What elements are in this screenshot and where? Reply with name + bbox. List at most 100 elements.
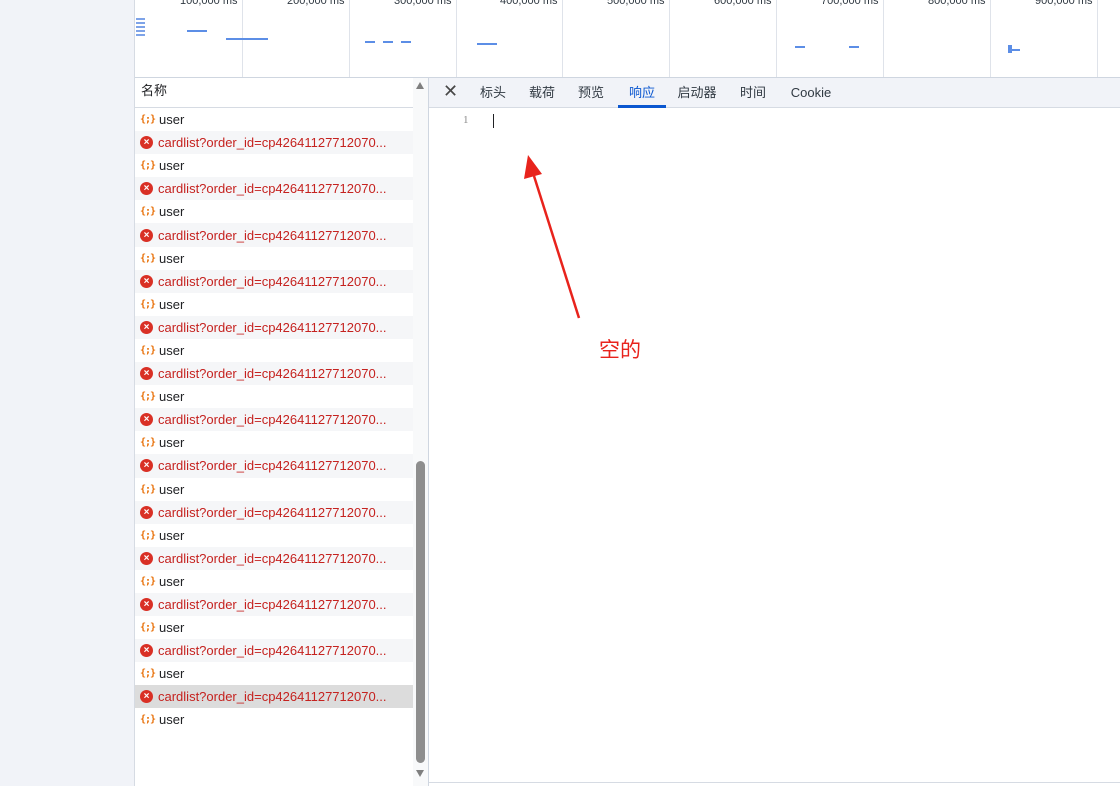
request-row[interactable]: × cardlist?order_id=cp42641127712070... xyxy=(135,177,413,201)
bottom-divider xyxy=(429,782,1120,783)
request-name: cardlist?order_id=cp42641127712070... xyxy=(158,135,387,151)
timeline-tick-label: 500,000 ms xyxy=(607,0,665,7)
timeline-tick-label: 800,000 ms xyxy=(928,0,986,7)
request-name: cardlist?order_id=cp42641127712070... xyxy=(158,458,387,474)
request-row[interactable]: × cardlist?order_id=cp42641127712070... xyxy=(135,408,413,432)
request-row[interactable]: {;} user xyxy=(135,708,413,731)
request-rows: {;} user × cardlist?order_id=cp426411277120… xyxy=(135,108,413,732)
request-name: cardlist?order_id=cp42641127712070... xyxy=(158,181,387,197)
tab-6[interactable]: Cookie xyxy=(787,78,835,108)
request-row[interactable]: × cardlist?order_id=cp42641127712070... xyxy=(135,639,413,663)
request-row[interactable]: × cardlist?order_id=cp42641127712070... xyxy=(135,685,413,709)
tab-4[interactable]: 启动器 xyxy=(676,78,718,108)
request-row[interactable]: × cardlist?order_id=cp42641127712070... xyxy=(135,362,413,386)
request-row[interactable]: {;} user xyxy=(135,200,413,223)
scroll-thumb[interactable] xyxy=(416,461,425,763)
timeline-bar xyxy=(477,43,497,45)
json-file-icon: {;} xyxy=(140,437,156,449)
request-name: user xyxy=(159,620,185,636)
timeline-gridline xyxy=(562,0,563,77)
json-file-icon: {;} xyxy=(140,114,156,126)
request-row[interactable]: {;} user xyxy=(135,385,413,408)
request-row[interactable]: × cardlist?order_id=cp42641127712070... xyxy=(135,269,413,293)
scroll-up-arrow-icon[interactable] xyxy=(416,82,424,89)
scroll-down-arrow-icon[interactable] xyxy=(416,770,424,777)
timeline-tick-label: 100,000 ms xyxy=(180,0,238,7)
request-row[interactable]: × cardlist?order_id=cp42641127712070... xyxy=(135,315,413,339)
request-row[interactable]: {;} user xyxy=(135,524,413,547)
request-detail-panel: ✕ 标头 载荷 预览 响应 启动器 时间 Cookie 1 xyxy=(429,78,1120,786)
request-name: user xyxy=(159,666,185,682)
left-gutter xyxy=(0,0,135,786)
timeline-bar xyxy=(1012,49,1020,51)
error-icon: × xyxy=(140,182,153,196)
json-file-icon: {;} xyxy=(140,668,156,680)
request-name: cardlist?order_id=cp42641127712070... xyxy=(158,550,387,566)
timeline-gridline xyxy=(349,0,350,77)
request-row[interactable]: {;} user xyxy=(135,478,413,501)
timeline-gridline xyxy=(990,0,991,77)
request-name: cardlist?order_id=cp42641127712070... xyxy=(158,689,387,705)
error-icon: × xyxy=(140,459,153,473)
request-name: cardlist?order_id=cp42641127712070... xyxy=(158,597,387,613)
error-icon: × xyxy=(140,274,153,288)
timeline-gridline xyxy=(776,0,777,77)
error-icon: × xyxy=(140,136,153,150)
json-file-icon: {;} xyxy=(140,298,156,310)
timeline-gridline xyxy=(669,0,670,77)
request-name: cardlist?order_id=cp42641127712070... xyxy=(158,504,387,520)
network-timeline-overview[interactable]: 100,000 ms 200,000 ms 300,000 ms 400,000 ms… xyxy=(135,0,1120,78)
request-row[interactable]: {;} user xyxy=(135,154,413,177)
timeline-drag-handle[interactable] xyxy=(136,18,145,36)
error-icon: × xyxy=(140,644,153,658)
request-row[interactable]: {;} user xyxy=(135,616,413,639)
request-name: cardlist?order_id=cp42641127712070... xyxy=(158,366,387,382)
request-row[interactable]: {;} user xyxy=(135,108,413,131)
timeline-tick-label: 600,000 ms xyxy=(714,0,772,7)
request-row[interactable]: {;} user xyxy=(135,293,413,316)
timeline-tick-label: 300,000 ms xyxy=(394,0,452,7)
request-name: user xyxy=(159,389,185,405)
close-icon[interactable]: ✕ xyxy=(443,81,458,102)
error-icon: × xyxy=(140,598,153,612)
tab-1[interactable]: 载荷 xyxy=(528,78,556,108)
error-icon: × xyxy=(140,320,153,334)
tab-0[interactable]: 标头 xyxy=(479,78,507,108)
json-file-icon: {;} xyxy=(140,206,156,218)
request-row[interactable]: × cardlist?order_id=cp42641127712070... xyxy=(135,592,413,617)
request-row[interactable]: × cardlist?order_id=cp42641127712070... xyxy=(135,454,413,478)
request-row[interactable]: {;} user xyxy=(135,339,413,362)
request-row[interactable]: × cardlist?order_id=cp42641127712070... xyxy=(135,223,413,247)
timeline-gridline xyxy=(883,0,884,77)
annotation-label: 空的 xyxy=(599,338,641,362)
request-list-panel: 名称 {;} user × cardlist?order_id=cp426411277… xyxy=(135,78,429,786)
request-name: user xyxy=(159,527,185,543)
error-icon: × xyxy=(140,505,153,519)
name-column-header[interactable]: 名称 xyxy=(135,78,413,108)
line-number: 1 xyxy=(463,114,469,126)
request-row[interactable]: × cardlist?order_id=cp42641127712070... xyxy=(135,546,413,570)
request-row[interactable]: {;} user xyxy=(135,662,413,685)
text-caret xyxy=(493,114,494,128)
request-row[interactable]: {;} user xyxy=(135,431,413,454)
timeline-gridline xyxy=(1097,0,1098,77)
request-name: user xyxy=(159,573,185,589)
timeline-tick-label: 700,000 ms xyxy=(821,0,879,7)
tab-5[interactable]: 时间 xyxy=(739,78,767,108)
json-file-icon: {;} xyxy=(140,714,156,726)
tab-2[interactable]: 预览 xyxy=(577,78,605,108)
request-name: cardlist?order_id=cp42641127712070... xyxy=(158,227,387,243)
request-name: user xyxy=(159,296,185,312)
error-icon: × xyxy=(140,413,153,427)
request-row[interactable]: × cardlist?order_id=cp42641127712070... xyxy=(135,500,413,524)
response-editor[interactable]: 1 xyxy=(429,108,1120,782)
error-icon: × xyxy=(140,228,153,242)
request-name: user xyxy=(159,204,185,220)
request-name: user xyxy=(159,250,185,266)
request-row[interactable]: {;} user xyxy=(135,570,413,593)
request-name: user xyxy=(159,112,185,128)
request-row[interactable]: × cardlist?order_id=cp42641127712070... xyxy=(135,131,413,155)
request-row[interactable]: {;} user xyxy=(135,247,413,270)
tab-3[interactable]: 响应 xyxy=(618,78,666,108)
request-list-scrollbar[interactable] xyxy=(413,78,428,786)
